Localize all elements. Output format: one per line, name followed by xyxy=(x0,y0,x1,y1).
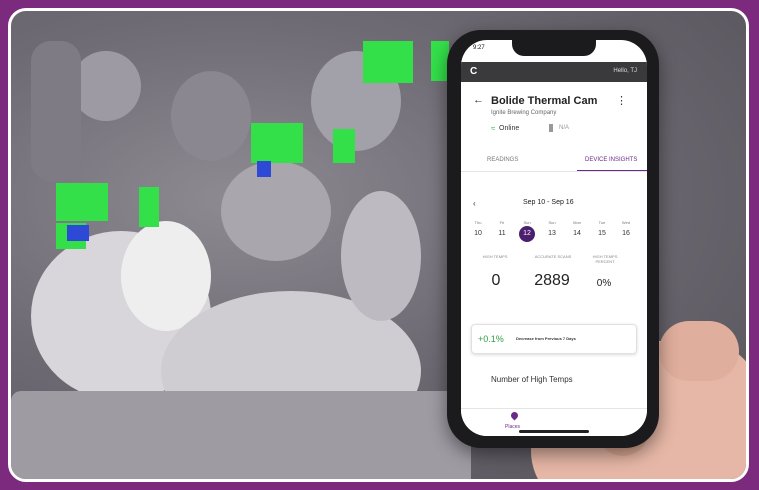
calendar-day[interactable]: 11 xyxy=(495,230,509,237)
weekday-label: Tue xyxy=(598,220,606,225)
company-name: Ignite Brewing Company xyxy=(491,110,557,116)
person-shape xyxy=(171,71,251,161)
back-arrow-icon[interactable]: ← xyxy=(473,94,484,106)
wifi-icon: ≈ xyxy=(491,124,496,133)
battery-status: N/A xyxy=(559,125,570,131)
tab-readings[interactable]: READINGS xyxy=(487,157,518,163)
tab-device-insights[interactable]: DEVICE INSIGHTS xyxy=(585,157,637,163)
metric-label: ACCURATE SCANS xyxy=(534,254,572,259)
calendar-day[interactable]: 13 xyxy=(545,230,559,237)
app-logo: C xyxy=(470,66,478,77)
online-status: Online xyxy=(499,125,520,132)
finger xyxy=(659,321,739,381)
phone-screen: 9:27 C Hello, TJ ← Bolide Thermal Cam ⋮ … xyxy=(461,40,647,436)
weekday-label: Fri xyxy=(499,220,505,225)
date-range: Sep 10 - Sep 16 xyxy=(523,199,574,206)
phone-notch xyxy=(512,40,596,56)
calendar-day[interactable]: 15 xyxy=(595,230,609,237)
status-time: 9:27 xyxy=(473,45,485,51)
metric-label: HIGH TEMPS PERCENT xyxy=(592,254,618,264)
device-title: Bolide Thermal Cam xyxy=(491,95,598,107)
section-title: Number of High Temps xyxy=(491,375,573,384)
table-shape xyxy=(11,391,471,479)
hotspot xyxy=(333,129,355,163)
person-shape xyxy=(31,41,81,181)
hotspot xyxy=(56,183,108,221)
metric-value: 2889 xyxy=(534,272,570,289)
change-percent: +0.1% xyxy=(478,334,504,344)
calendar-day[interactable]: 14 xyxy=(570,230,584,237)
user-menu[interactable]: Hello, TJ xyxy=(613,68,637,74)
app-bar: C Hello, TJ xyxy=(461,62,647,82)
cool-spot xyxy=(257,161,271,177)
person-shape xyxy=(71,51,141,121)
cool-spot xyxy=(67,225,89,241)
weekday-label: Wed xyxy=(621,220,631,225)
battery-icon xyxy=(549,124,553,132)
calendar-day-selected[interactable]: 12 xyxy=(519,226,535,242)
hotspot xyxy=(363,41,413,83)
weekday-label: Sun xyxy=(523,220,531,225)
metric-value: 0% xyxy=(596,278,612,289)
nav-places[interactable]: Places xyxy=(505,424,520,430)
change-card: +0.1% Decrease from Previous 7 Days xyxy=(471,324,637,354)
prev-week-icon[interactable]: ‹ xyxy=(473,199,476,208)
more-menu-icon[interactable]: ⋮ xyxy=(616,94,627,107)
weekday-label: Thu xyxy=(474,220,482,225)
home-indicator xyxy=(519,430,589,433)
calendar-day[interactable]: 16 xyxy=(619,230,633,237)
calendar-day[interactable]: 10 xyxy=(471,230,485,237)
hotspot xyxy=(251,123,303,163)
weekday-label: Mon xyxy=(573,220,581,225)
metric-label: HIGH TEMPS xyxy=(482,254,508,259)
person-shape xyxy=(221,161,331,261)
person-shape xyxy=(341,191,421,321)
metric-value: 0 xyxy=(491,272,501,289)
hotspot xyxy=(139,187,159,227)
change-text: Decrease from Previous 7 Days xyxy=(516,336,576,341)
weekday-label: Sun xyxy=(548,220,556,225)
tab-divider xyxy=(461,171,647,172)
